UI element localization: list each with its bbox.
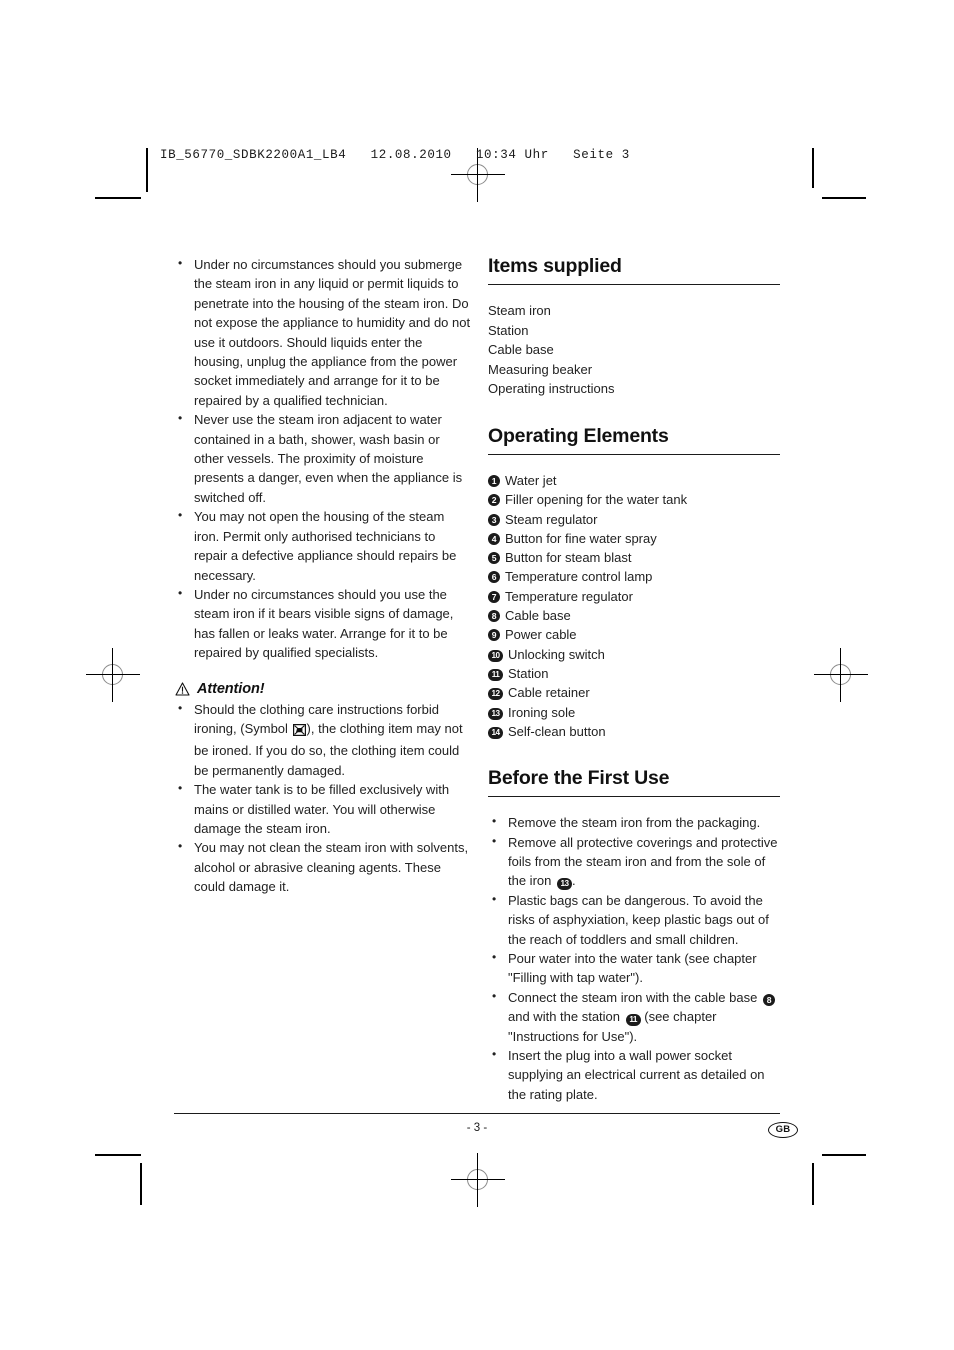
- before-first-use-list: Remove the steam iron from the packaging…: [488, 812, 780, 1104]
- do-not-iron-icon: [292, 722, 306, 741]
- element-label: Unlocking switch: [508, 646, 605, 662]
- operating-elements-heading: Operating Elements: [488, 424, 669, 447]
- element-reference-badge: 8: [762, 993, 775, 1006]
- list-item: Connect the steam iron with the cable ba…: [488, 987, 780, 1046]
- warning-triangle-icon: [175, 681, 190, 696]
- element-number-badge: 12: [488, 688, 503, 701]
- attention-title: Attention!: [197, 680, 265, 697]
- attention-heading: Attention!: [174, 681, 472, 697]
- list-item: 8 Cable base: [488, 606, 780, 625]
- right-column: Items supplied Steam iron Station Cable …: [488, 255, 780, 1104]
- list-item: 9 Power cable: [488, 625, 780, 644]
- items-supplied-list: Steam iron Station Cable base Measuring …: [488, 301, 780, 399]
- element-number-badge: 3: [488, 513, 500, 526]
- element-label: Water jet: [505, 472, 557, 488]
- element-number-badge: 8: [488, 610, 500, 623]
- list-item: 5 Button for steam blast: [488, 548, 780, 567]
- safety-bullet-list: Under no circumstances should you submer…: [174, 254, 472, 663]
- list-item: Never use the steam iron adjacent to wat…: [174, 409, 472, 507]
- step-text-middle: and with the station: [508, 1009, 624, 1025]
- heading-rule: [488, 284, 780, 285]
- safety-bullet-text: You may not open the housing of the stea…: [194, 509, 457, 583]
- list-item: Steam iron: [488, 303, 551, 318]
- element-number-badge: 1: [488, 474, 500, 487]
- page-content: Under no circumstances should you submer…: [0, 0, 954, 1350]
- list-item: Under no circumstances should you use th…: [174, 584, 472, 663]
- list-item: 14 Self-clean button: [488, 722, 780, 741]
- operating-elements-list: 1 Water jet 2 Filler opening for the water…: [488, 471, 780, 741]
- list-item: 11 Station: [488, 664, 780, 683]
- element-number-badge: 4: [488, 532, 500, 545]
- list-item: Measuring beaker: [488, 361, 593, 377]
- before-first-use-heading: Before the First Use: [488, 767, 670, 790]
- list-item: You may not clean the steam iron with so…: [174, 837, 472, 896]
- safety-bullet-text: Never use the steam iron adjacent to wat…: [194, 412, 463, 505]
- element-label: Cable retainer: [508, 685, 590, 701]
- element-number-badge: 7: [488, 590, 500, 603]
- element-label: Ironing sole: [508, 704, 576, 720]
- list-item: The water tank is to be filled exclusive…: [174, 779, 472, 838]
- element-label: Temperature regulator: [505, 588, 633, 604]
- element-reference-badge: 13: [556, 878, 572, 891]
- step-text: Pour water into the water tank (see chap…: [508, 950, 757, 986]
- list-item: Insert the plug into a wall power socket…: [488, 1045, 780, 1104]
- element-number-badge: 10: [488, 649, 503, 662]
- list-item: 10 Unlocking switch: [488, 645, 780, 664]
- attention-bullet-text: The water tank is to be filled exclusive…: [194, 782, 450, 836]
- element-number-badge: 2: [488, 494, 500, 507]
- element-label: Power cable: [505, 627, 577, 643]
- element-reference-badge: 11: [625, 1014, 641, 1027]
- element-number-badge: 14: [488, 726, 503, 739]
- element-label: Button for steam blast: [505, 550, 632, 566]
- list-item: 6 Temperature control lamp: [488, 567, 780, 586]
- list-item: Remove the steam iron from the packaging…: [488, 812, 780, 832]
- list-item: 1 Water jet: [488, 471, 780, 490]
- left-column: Under no circumstances should you submer…: [174, 254, 472, 897]
- element-label: Temperature control lamp: [505, 569, 653, 585]
- step-text-before-ref: Connect the steam iron with the cable ba…: [508, 989, 761, 1005]
- list-item: You may not open the housing of the stea…: [174, 506, 472, 585]
- step-text-before-ref: Remove all protective coverings and prot…: [508, 834, 778, 889]
- step-text: Plastic bags can be dangerous. To avoid …: [508, 892, 769, 947]
- safety-bullet-text: Under no circumstances should you submer…: [194, 257, 471, 408]
- element-number-badge: 11: [488, 668, 503, 681]
- element-label: Steam regulator: [505, 511, 598, 527]
- element-label: Station: [508, 665, 549, 681]
- attention-bullet-list: Should the clothing care instructions fo…: [174, 699, 472, 897]
- element-number-badge: 6: [488, 571, 500, 584]
- list-item: Station: [488, 322, 529, 338]
- list-item: Cable base: [488, 342, 554, 358]
- items-supplied-heading: Items supplied: [488, 255, 622, 277]
- safety-bullet-text: Under no circumstances should you use th…: [194, 586, 454, 661]
- list-item: Pour water into the water tank (see chap…: [488, 948, 780, 988]
- element-number-badge: 13: [488, 707, 503, 720]
- list-item: 3 Steam regulator: [488, 510, 780, 529]
- language-badge: GB: [768, 1122, 798, 1138]
- element-label: Filler opening for the water tank: [505, 492, 688, 508]
- step-text: Remove the steam iron from the packaging…: [508, 815, 761, 831]
- step-text-after-ref: .: [571, 873, 576, 889]
- list-item: 7 Temperature regulator: [488, 587, 780, 606]
- footer-rule: [174, 1113, 780, 1114]
- heading-rule: [488, 796, 780, 798]
- page-number: - 3 -: [466, 1122, 488, 1134]
- list-item: 2 Filler opening for the water tank: [488, 490, 780, 509]
- list-item: 4 Button for fine water spray: [488, 529, 780, 548]
- list-item: Operating instructions: [488, 381, 615, 397]
- element-label: Button for fine water spray: [505, 530, 657, 546]
- element-label: Cable base: [505, 608, 571, 624]
- heading-rule: [488, 453, 780, 455]
- step-text: Insert the plug into a wall power socket…: [508, 1048, 765, 1102]
- list-item: Plastic bags can be dangerous. To avoid …: [488, 890, 780, 949]
- element-number-badge: 5: [488, 552, 500, 565]
- list-item: 13 Ironing sole: [488, 703, 780, 722]
- list-item: 12 Cable retainer: [488, 683, 780, 702]
- list-item: Under no circumstances should you submer…: [174, 254, 472, 410]
- attention-bullet-text: You may not clean the steam iron with so…: [194, 840, 469, 895]
- element-number-badge: 9: [488, 629, 500, 642]
- list-item: Should the clothing care instructions fo…: [174, 699, 472, 781]
- element-label: Self-clean button: [508, 723, 606, 739]
- list-item: Remove all protective coverings and prot…: [488, 832, 780, 891]
